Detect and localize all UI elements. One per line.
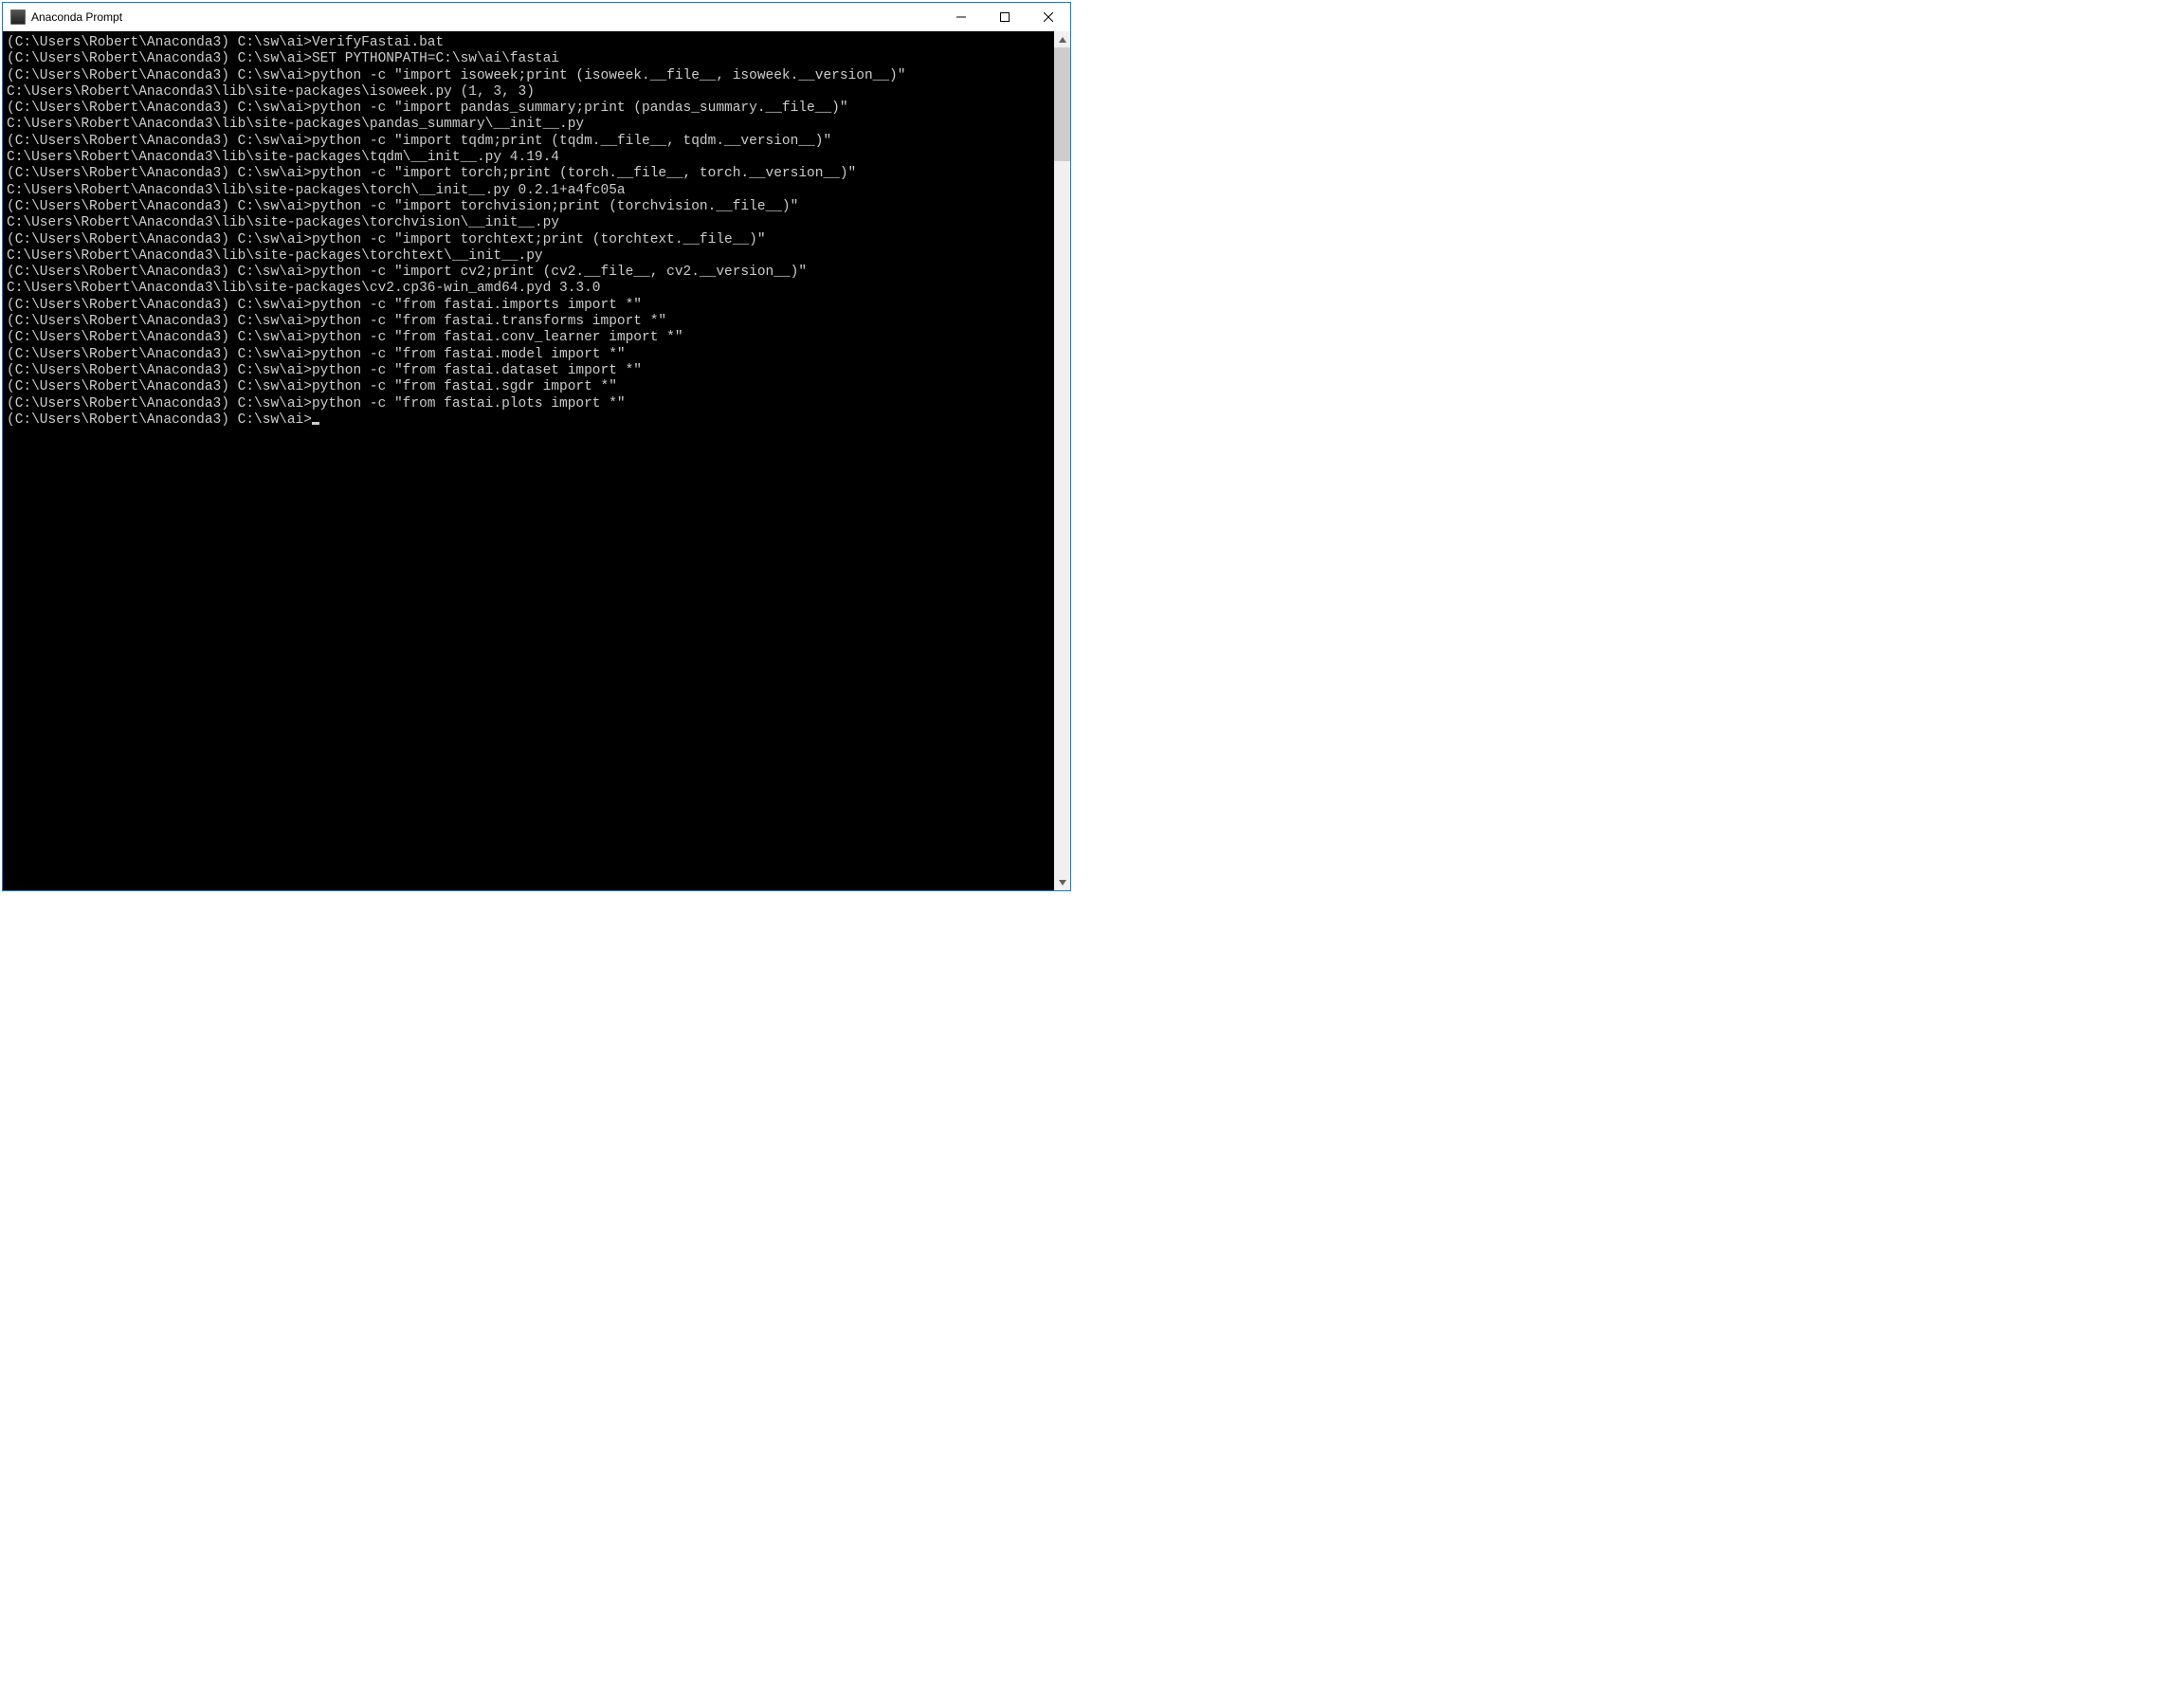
terminal-line: C:\Users\Robert\Anaconda3\lib\site-packa…	[7, 281, 1054, 297]
scroll-up-arrow-icon[interactable]	[1054, 31, 1070, 47]
minimize-button[interactable]	[939, 3, 983, 31]
terminal-line: (C:\Users\Robert\Anaconda3) C:\sw\ai>pyt…	[7, 379, 1054, 395]
terminal-line: (C:\Users\Robert\Anaconda3) C:\sw\ai>pyt…	[7, 298, 1054, 314]
terminal-line: (C:\Users\Robert\Anaconda3) C:\sw\ai>pyt…	[7, 363, 1054, 379]
terminal-line: (C:\Users\Robert\Anaconda3) C:\sw\ai>pyt…	[7, 199, 1054, 215]
close-button[interactable]	[1027, 3, 1070, 31]
terminal-line: C:\Users\Robert\Anaconda3\lib\site-packa…	[7, 215, 1054, 231]
scroll-down-arrow-icon[interactable]	[1054, 874, 1070, 890]
terminal-icon	[10, 9, 26, 25]
terminal-line: (C:\Users\Robert\Anaconda3) C:\sw\ai>SET…	[7, 51, 1054, 67]
terminal-line: (C:\Users\Robert\Anaconda3) C:\sw\ai>pyt…	[7, 347, 1054, 363]
terminal-line: C:\Users\Robert\Anaconda3\lib\site-packa…	[7, 248, 1054, 265]
terminal-cursor	[312, 422, 319, 425]
terminal-line: (C:\Users\Robert\Anaconda3) C:\sw\ai>pyt…	[7, 68, 1054, 84]
terminal-line: (C:\Users\Robert\Anaconda3) C:\sw\ai>pyt…	[7, 101, 1054, 117]
terminal-line: (C:\Users\Robert\Anaconda3) C:\sw\ai>Ver…	[7, 35, 1054, 51]
titlebar-left: Anaconda Prompt	[3, 9, 939, 25]
terminal-line: (C:\Users\Robert\Anaconda3) C:\sw\ai>pyt…	[7, 396, 1054, 412]
anaconda-prompt-window: Anaconda Prompt (C:\Users\Robert\Anacond…	[2, 2, 1071, 891]
terminal-line: (C:\Users\Robert\Anaconda3) C:\sw\ai>pyt…	[7, 314, 1054, 330]
titlebar[interactable]: Anaconda Prompt	[3, 3, 1070, 31]
terminal-line: (C:\Users\Robert\Anaconda3) C:\sw\ai>pyt…	[7, 232, 1054, 248]
window-title: Anaconda Prompt	[31, 10, 122, 24]
terminal-line: (C:\Users\Robert\Anaconda3) C:\sw\ai>	[7, 412, 1054, 429]
client-area: (C:\Users\Robert\Anaconda3) C:\sw\ai>Ver…	[3, 31, 1070, 890]
terminal-line: C:\Users\Robert\Anaconda3\lib\site-packa…	[7, 150, 1054, 166]
window-controls	[939, 3, 1070, 31]
maximize-button[interactable]	[983, 3, 1027, 31]
terminal-line: (C:\Users\Robert\Anaconda3) C:\sw\ai>pyt…	[7, 166, 1054, 182]
terminal-line: C:\Users\Robert\Anaconda3\lib\site-packa…	[7, 183, 1054, 199]
scrollbar-thumb[interactable]	[1054, 47, 1070, 161]
terminal-line: (C:\Users\Robert\Anaconda3) C:\sw\ai>pyt…	[7, 330, 1054, 346]
terminal-line: (C:\Users\Robert\Anaconda3) C:\sw\ai>pyt…	[7, 265, 1054, 281]
vertical-scrollbar[interactable]	[1054, 31, 1070, 890]
terminal-line: (C:\Users\Robert\Anaconda3) C:\sw\ai>pyt…	[7, 134, 1054, 150]
terminal-line: C:\Users\Robert\Anaconda3\lib\site-packa…	[7, 84, 1054, 101]
terminal-line: C:\Users\Robert\Anaconda3\lib\site-packa…	[7, 117, 1054, 133]
terminal-output[interactable]: (C:\Users\Robert\Anaconda3) C:\sw\ai>Ver…	[3, 31, 1054, 890]
